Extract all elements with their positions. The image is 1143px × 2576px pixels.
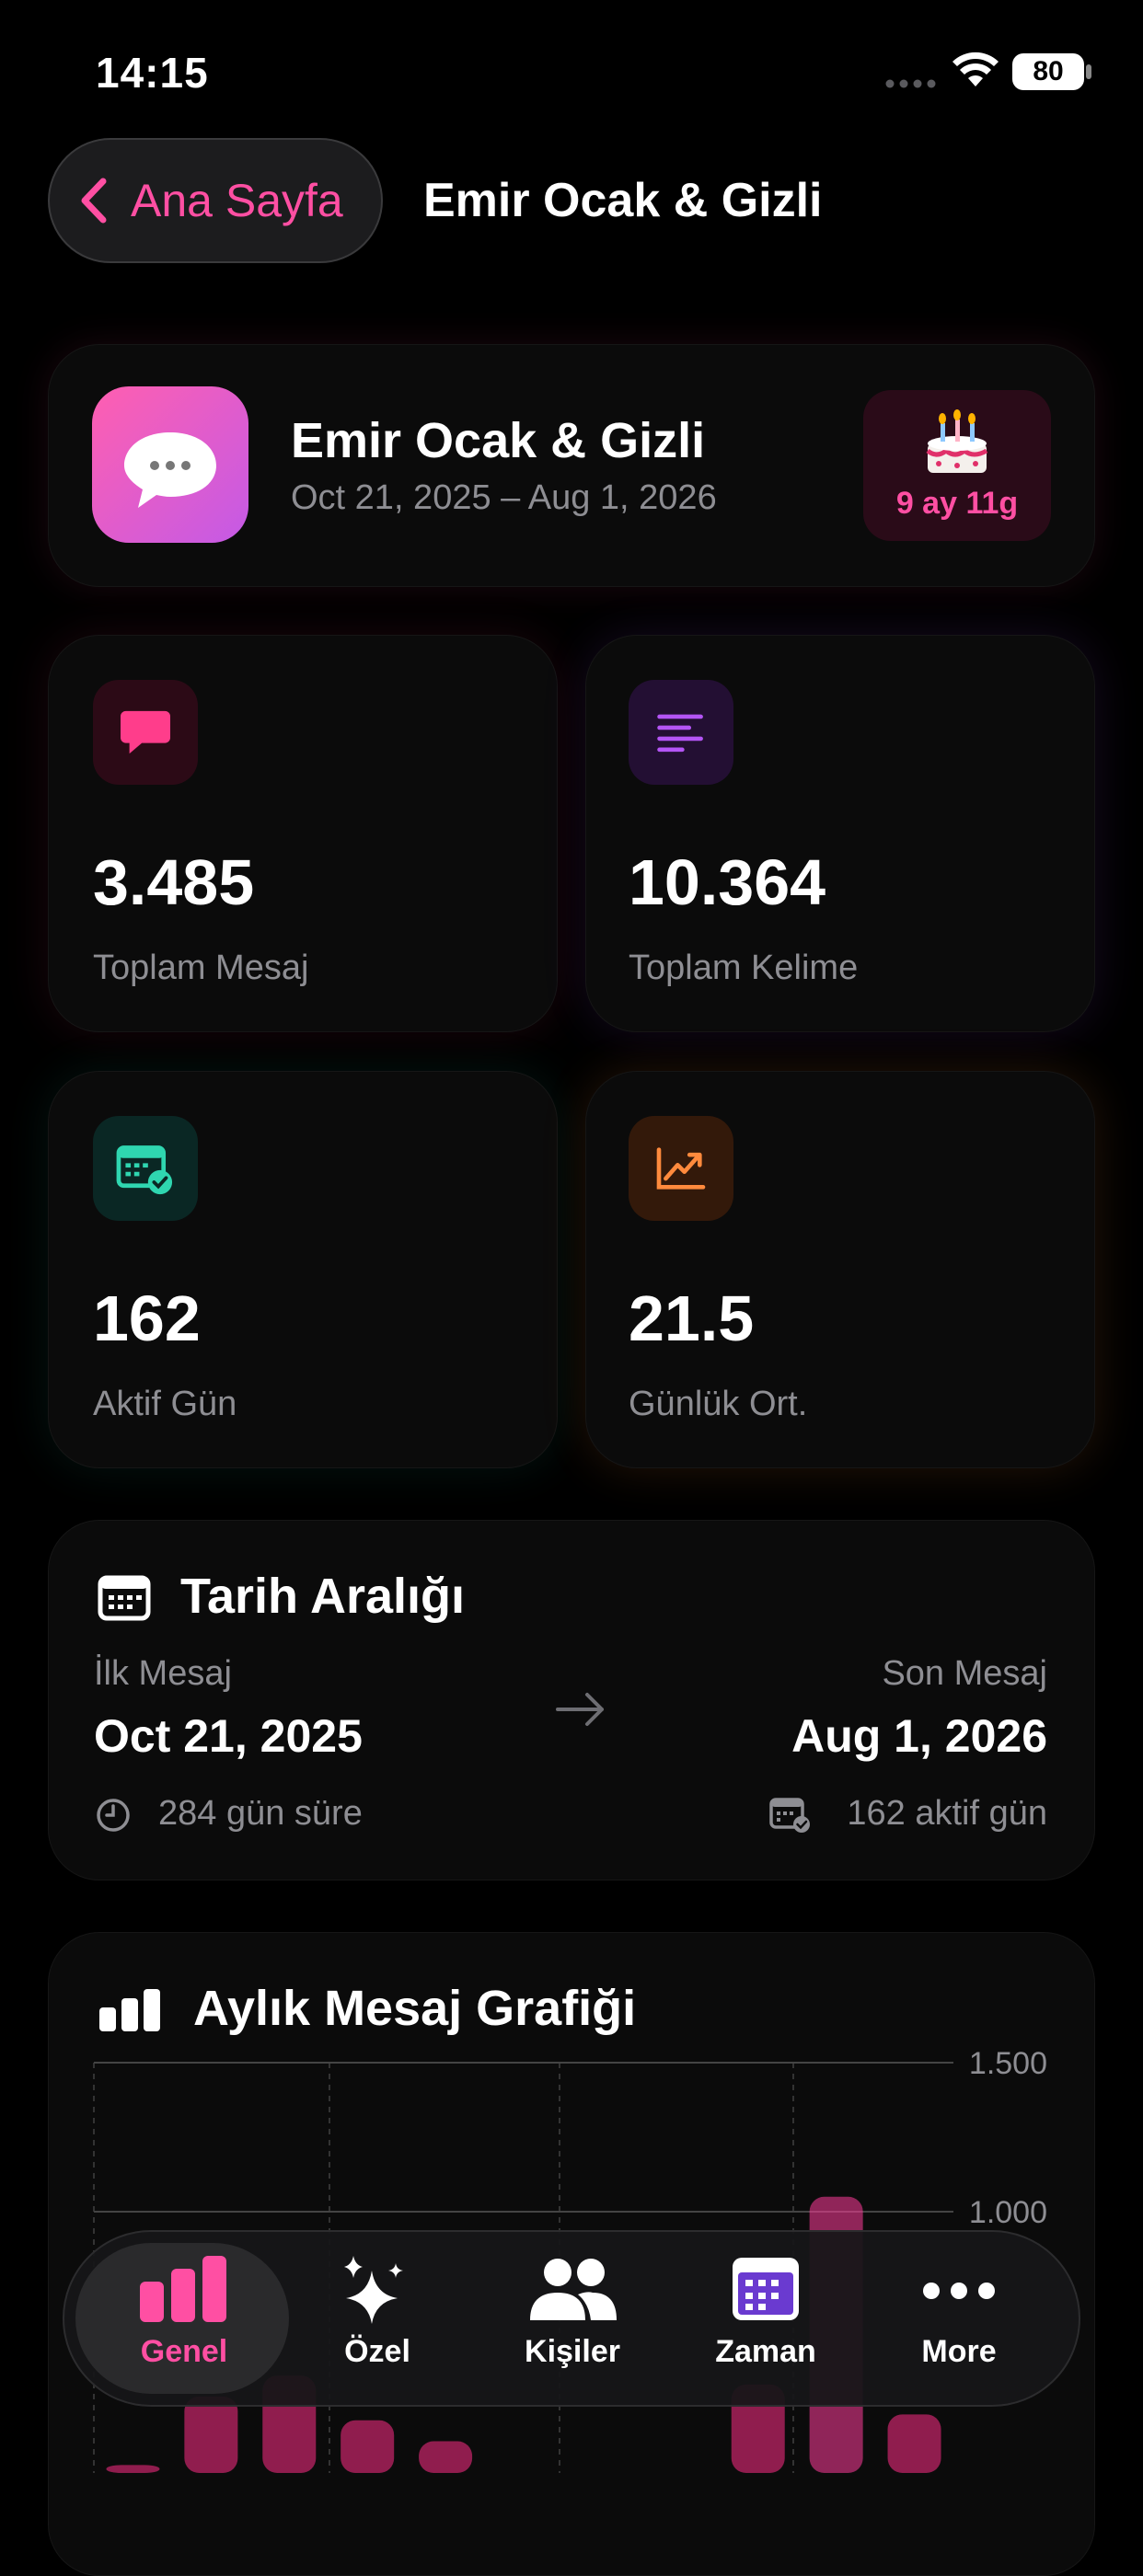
chart-y-tick-label: 1.000 (969, 2195, 1047, 2230)
chart-bar (184, 2396, 238, 2473)
tab-label: Genel (140, 2334, 228, 2369)
stat-label: Toplam Mesaj (93, 949, 309, 987)
trend-up-icon (629, 1116, 733, 1221)
page-title: Emir Ocak & Gizli (423, 174, 823, 227)
stat-label: Toplam Kelime (629, 949, 859, 987)
tab-ozel[interactable]: Özel (285, 2254, 469, 2370)
stat-value: 10.364 (629, 846, 826, 918)
stat-label: Aktif Gün (93, 1385, 237, 1423)
stat-card-total-messages: 3.485 Toplam Mesaj (48, 635, 558, 1032)
calendar-check-icon (769, 1798, 810, 1833)
chart-bar (887, 2414, 941, 2473)
tab-zaman[interactable]: Zaman (674, 2254, 858, 2370)
stat-card-total-words: 10.364 Toplam Kelime (585, 635, 1095, 1032)
back-button-label: Ana Sayfa (131, 175, 343, 226)
active-days-text: 162 aktif gün (847, 1794, 1047, 1833)
first-message-label: İlk Mesaj (94, 1654, 232, 1693)
tab-kisiler[interactable]: Kişiler (480, 2254, 664, 2370)
chat-avatar (92, 386, 248, 543)
battery-tip (1086, 64, 1091, 79)
tab-label: Özel (344, 2334, 410, 2369)
clock-icon (97, 1799, 130, 1832)
birthday-cake-icon (926, 409, 988, 473)
chevron-left-icon (81, 178, 107, 224)
sparkles-icon (344, 2256, 403, 2324)
duration-days-text: 284 gün süre (158, 1794, 363, 1833)
last-message-label: Son Mesaj (882, 1654, 1047, 1693)
stat-value: 162 (93, 1282, 201, 1354)
text-lines-icon (629, 680, 733, 785)
more-dots-icon (923, 2283, 995, 2299)
back-button[interactable]: Ana Sayfa (48, 138, 383, 263)
stat-value: 3.485 (93, 846, 255, 918)
tab-more[interactable]: More (867, 2254, 1051, 2370)
people-icon (530, 2259, 617, 2320)
calendar-check-icon (93, 1116, 198, 1221)
chart-y-tick-label: 1.500 (969, 2046, 1047, 2081)
date-range-title: Tarih Aralığı (180, 1569, 466, 1624)
bar-chart-icon (140, 2256, 226, 2322)
stat-label: Günlük Ort. (629, 1385, 808, 1423)
cellular-signal-icon (885, 79, 936, 88)
speech-bubble-icon (124, 432, 216, 508)
first-message-date: Oct 21, 2025 (94, 1710, 363, 1762)
tab-label: Kişiler (525, 2334, 620, 2369)
tab-label: More (921, 2334, 997, 2369)
chart-bar (341, 2420, 395, 2473)
battery-level: 80 (1033, 56, 1064, 86)
stat-card-daily-average: 21.5 Günlük Ort. (585, 1071, 1095, 1468)
stat-card-active-days: 162 Aktif Gün (48, 1071, 558, 1468)
chat-bubble-icon (93, 680, 198, 785)
stat-value: 21.5 (629, 1282, 755, 1354)
calendar-icon (98, 1575, 151, 1621)
chat-date-range: Oct 21, 2025 – Aug 1, 2026 (291, 478, 717, 517)
last-message-date: Aug 1, 2026 (791, 1710, 1047, 1762)
chart-bar (106, 2465, 160, 2473)
tab-genel[interactable]: Genel (92, 2254, 276, 2370)
battery-indicator: 80 (1012, 53, 1084, 90)
tab-label: Zaman (715, 2334, 816, 2369)
chat-name: Emir Ocak & Gizli (291, 413, 706, 468)
wifi-icon (952, 52, 999, 86)
calendar-icon (733, 2258, 799, 2320)
chart-bar (419, 2441, 473, 2473)
duration-text: 9 ay 11g (895, 486, 1019, 521)
status-time: 14:15 (96, 49, 209, 97)
arrow-right-icon (556, 1693, 604, 1726)
